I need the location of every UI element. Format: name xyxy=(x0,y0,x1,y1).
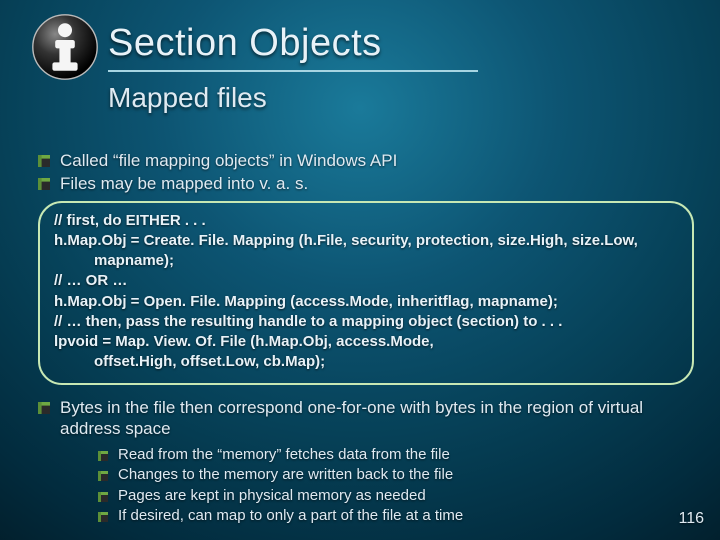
sub-bullet-text: Read from the “memory” fetches data from… xyxy=(118,445,450,465)
code-line: lpvoid = Map. View. Of. File (h.Map.Obj,… xyxy=(54,332,678,352)
bullet-icon xyxy=(98,471,108,481)
sub-bullet-text: Changes to the memory are written back t… xyxy=(118,465,453,485)
bullet-text: Called “file mapping objects” in Windows… xyxy=(60,150,397,171)
code-line: h.Map.Obj = Open. File. Mapping (access.… xyxy=(54,292,678,312)
title-underline xyxy=(108,70,478,72)
code-line: // first, do EITHER . . . xyxy=(54,211,678,231)
code-line: mapname); xyxy=(54,251,678,271)
sub-bullet-item: Changes to the memory are written back t… xyxy=(98,465,700,485)
sub-bullet-group: Read from the “memory” fetches data from… xyxy=(98,445,700,526)
bullet-text: Files may be mapped into v. a. s. xyxy=(60,173,308,194)
page-number: 116 xyxy=(678,510,704,528)
slide-title: Section Objects xyxy=(108,22,382,65)
bullet-icon xyxy=(38,155,50,167)
info-icon xyxy=(30,12,100,82)
bullet-item: Called “file mapping objects” in Windows… xyxy=(38,150,700,171)
bullet-icon xyxy=(98,512,108,522)
code-line: h.Map.Obj = Create. File. Mapping (h.Fil… xyxy=(54,231,678,251)
code-box: // first, do EITHER . . . h.Map.Obj = Cr… xyxy=(38,201,694,385)
bullet-icon xyxy=(98,492,108,502)
sub-bullet-item: If desired, can map to only a part of th… xyxy=(98,506,700,526)
bullet-item: Files may be mapped into v. a. s. xyxy=(38,173,700,194)
code-line: // … then, pass the resulting handle to … xyxy=(54,312,678,332)
bullet-text: Bytes in the file then correspond one-fo… xyxy=(60,397,700,440)
bullet-item: Bytes in the file then correspond one-fo… xyxy=(38,397,700,440)
sub-bullet-text: Pages are kept in physical memory as nee… xyxy=(118,486,426,506)
code-line: // … OR … xyxy=(54,271,678,291)
slide: Section Objects Mapped files Called “fil… xyxy=(0,0,720,540)
slide-subtitle: Mapped files xyxy=(108,82,267,114)
sub-bullet-item: Read from the “memory” fetches data from… xyxy=(98,445,700,465)
code-line: offset.High, offset.Low, cb.Map); xyxy=(54,352,678,372)
bullet-icon xyxy=(38,178,50,190)
bullet-icon xyxy=(98,451,108,461)
slide-content: Called “file mapping objects” in Windows… xyxy=(38,150,700,526)
bullet-icon xyxy=(38,402,50,414)
sub-bullet-item: Pages are kept in physical memory as nee… xyxy=(98,486,700,506)
sub-bullet-text: If desired, can map to only a part of th… xyxy=(118,506,463,526)
